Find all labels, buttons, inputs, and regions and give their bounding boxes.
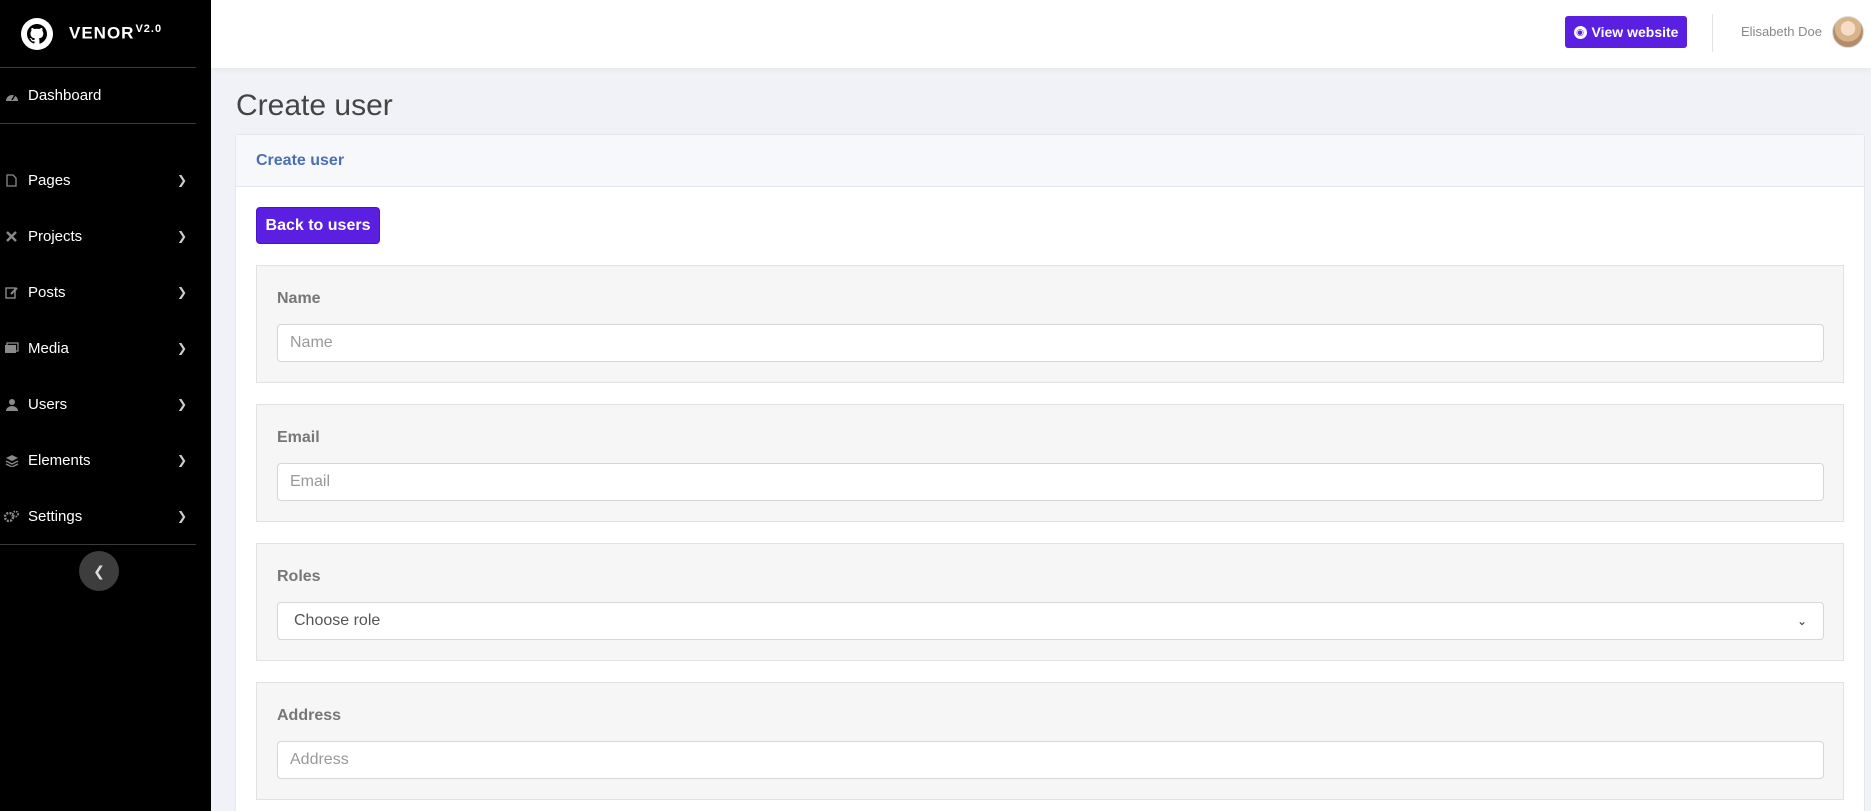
chevron-right-icon: ❯ bbox=[176, 341, 187, 355]
email-input[interactable] bbox=[277, 463, 1824, 501]
card-title: Create user bbox=[256, 151, 345, 169]
brand[interactable]: VENORV2.0 bbox=[0, 0, 196, 68]
sidebar-item-label: Pages bbox=[28, 171, 71, 189]
sidebar-item-label: Posts bbox=[28, 283, 66, 301]
sidebar-item-users[interactable]: Users ❯ bbox=[0, 376, 211, 432]
email-field-group: Email bbox=[256, 404, 1844, 522]
back-to-users-button[interactable]: Back to users bbox=[256, 207, 380, 244]
roles-select[interactable]: Choose role ⌄ bbox=[277, 602, 1824, 640]
user-icon bbox=[4, 397, 19, 412]
sidebar-item-label: Projects bbox=[28, 227, 83, 245]
brand-version: V2.0 bbox=[135, 23, 163, 36]
name-input[interactable] bbox=[277, 324, 1824, 362]
email-label: Email bbox=[277, 429, 320, 446]
roles-field-group: Roles Choose role ⌄ bbox=[256, 543, 1844, 661]
page-title: Create user bbox=[236, 89, 393, 122]
sidebar-item-pages[interactable]: Pages ❯ bbox=[0, 152, 211, 208]
chevron-left-icon: ❮ bbox=[93, 562, 105, 579]
view-website-button[interactable]: ◉ View website bbox=[1565, 16, 1687, 48]
cogs-icon bbox=[4, 509, 19, 524]
name-label: Name bbox=[277, 290, 321, 307]
sidebar-item-settings[interactable]: Settings ❯ bbox=[0, 488, 211, 544]
sidebar-divider bbox=[0, 544, 196, 545]
topbar: ◉ View website Elisabeth Doe bbox=[211, 0, 1871, 68]
sidebar-item-posts[interactable]: Posts ❯ bbox=[0, 264, 211, 320]
sidebar-item-label: Dashboard bbox=[28, 87, 102, 104]
user-name[interactable]: Elisabeth Doe bbox=[1741, 24, 1822, 39]
gauge-icon bbox=[4, 88, 19, 103]
sidebar-item-media[interactable]: Media ❯ bbox=[0, 320, 211, 376]
sidebar-item-projects[interactable]: Projects ❯ bbox=[0, 208, 211, 264]
brand-name: VENORV2.0 bbox=[69, 23, 163, 43]
sidebar: VENORV2.0 Dashboard Pages ❯ Projects ❯ P… bbox=[0, 0, 211, 811]
edit-icon bbox=[4, 285, 19, 300]
name-field-group: Name bbox=[256, 265, 1844, 383]
avatar[interactable] bbox=[1832, 16, 1864, 48]
chevron-down-icon: ⌄ bbox=[1796, 614, 1807, 628]
sidebar-item-label: Media bbox=[28, 339, 69, 357]
address-input[interactable] bbox=[277, 741, 1824, 779]
images-icon bbox=[4, 341, 19, 356]
roles-label: Roles bbox=[277, 568, 321, 585]
chevron-right-icon: ❯ bbox=[176, 229, 187, 243]
view-website-label: View website bbox=[1591, 24, 1679, 40]
layers-icon bbox=[4, 453, 19, 468]
tools-icon bbox=[4, 229, 19, 244]
card-header: Create user bbox=[236, 135, 1864, 187]
globe-icon: ◉ bbox=[1573, 25, 1587, 39]
github-logo-icon bbox=[21, 17, 53, 50]
sidebar-item-label: Users bbox=[28, 395, 68, 413]
address-field-group: Address bbox=[256, 682, 1844, 800]
chevron-right-icon: ❯ bbox=[176, 285, 187, 299]
sidebar-item-elements[interactable]: Elements ❯ bbox=[0, 432, 211, 488]
chevron-right-icon: ❯ bbox=[176, 173, 187, 187]
create-user-card: Create user Back to users Name Email Rol… bbox=[235, 134, 1865, 811]
file-icon bbox=[4, 173, 19, 188]
sidebar-collapse-button[interactable]: ❮ bbox=[79, 551, 119, 591]
chevron-right-icon: ❯ bbox=[176, 453, 187, 467]
sidebar-item-dashboard[interactable]: Dashboard bbox=[0, 68, 196, 124]
chevron-right-icon: ❯ bbox=[176, 397, 187, 411]
chevron-right-icon: ❯ bbox=[176, 509, 187, 523]
topbar-divider bbox=[1712, 14, 1713, 52]
address-label: Address bbox=[277, 707, 342, 724]
roles-selected-value: Choose role bbox=[294, 612, 381, 629]
sidebar-item-label: Elements bbox=[28, 451, 91, 469]
sidebar-item-label: Settings bbox=[28, 507, 83, 525]
